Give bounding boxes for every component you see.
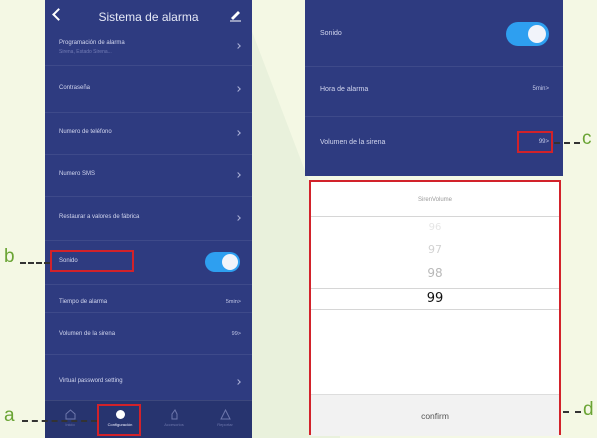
edit-icon[interactable] (229, 9, 242, 22)
setting-row-siren-volume[interactable]: Volumen de la sirena 99> (45, 312, 252, 355)
selection-line-bottom (311, 309, 559, 310)
nav-label: Accesorios (164, 422, 184, 427)
confirm-bar: confirm (311, 394, 559, 436)
chevron-right-icon (235, 86, 241, 92)
row-sublabel: Sirena, Estado Sirena... (59, 49, 112, 55)
siren-volume-picker: SirenVolume 96 97 98 99 confirm (309, 180, 561, 436)
row-label: Restaurar a valores de fábrica (59, 214, 140, 220)
toggle-knob (528, 25, 546, 43)
callout-line-d (563, 411, 581, 413)
row-label: Numero SMS (59, 171, 96, 177)
chevron-right-icon (235, 215, 241, 221)
divider (311, 216, 559, 217)
setting-row-virtual-password[interactable]: Virtual password setting (45, 354, 252, 401)
sound-toggle[interactable] (205, 252, 240, 272)
bottom-navigation: Inicio Configuración Accesorios Reportar (45, 400, 252, 438)
callout-line-b (20, 262, 50, 264)
setting-row-alarm-hour[interactable]: Hora de alarma 5min> (305, 66, 563, 117)
row-label: Sonido (320, 30, 342, 37)
highlight-box-volume-value (517, 131, 553, 153)
setting-row-factory-reset[interactable]: Restaurar a valores de fábrica (45, 196, 252, 241)
nav-tab-report[interactable]: Reportar (200, 401, 250, 438)
alarm-settings-screen: Sistema de alarma Programación de alarma… (45, 0, 252, 438)
row-label: Programación de alarma (59, 40, 125, 46)
nav-tab-accessories[interactable]: Accesorios (149, 401, 199, 438)
siren-volume-value: 99> (231, 331, 241, 337)
home-icon (65, 409, 75, 420)
callout-label-d: d (583, 399, 594, 420)
toggle-knob (222, 254, 238, 270)
row-label: Virtual password setting (59, 378, 123, 384)
back-arrow-icon[interactable] (52, 8, 65, 21)
row-label: Numero de teléfono (59, 129, 112, 135)
row-label: Tiempo de alarma (59, 299, 108, 305)
setting-row-alarm-time[interactable]: Tiempo de alarma 5min> (45, 284, 252, 313)
callout-line-c (554, 142, 580, 144)
setting-row-phone-number[interactable]: Numero de teléfono (45, 112, 252, 155)
row-label: Volumen de la sirena (320, 139, 386, 146)
highlight-box-sound (50, 250, 134, 272)
row-label: Contraseña (59, 85, 91, 91)
nav-label: Inicio (65, 422, 75, 427)
setting-row-alarm-programming[interactable]: Programación de alarma Sirena, Estado Si… (45, 33, 252, 66)
setting-row-sound: Sonido (305, 0, 563, 67)
row-label: Volumen de la sirena (59, 331, 116, 337)
chevron-right-icon (235, 130, 241, 136)
callout-label-a: a (4, 405, 15, 426)
callout-line-a (22, 420, 97, 422)
sound-toggle[interactable] (506, 22, 549, 46)
chevron-right-icon (235, 172, 241, 178)
confirm-button[interactable]: confirm (311, 411, 559, 421)
picker-title: SirenVolume (417, 197, 453, 203)
callout-label-c: c (582, 128, 592, 149)
picker-option[interactable]: 96 (311, 222, 559, 233)
alarm-hour-value: 5min> (532, 86, 549, 92)
accessory-icon (171, 409, 177, 420)
picker-option[interactable]: 97 (311, 243, 559, 256)
chevron-right-icon (235, 379, 241, 385)
callout-label-b: b (4, 246, 15, 267)
selection-line-top (311, 288, 559, 289)
top-bar: Sistema de alarma (45, 0, 252, 33)
highlight-box-configuration-tab (97, 404, 141, 436)
row-label: Hora de alarma (320, 86, 369, 93)
setting-row-sms-number[interactable]: Numero SMS (45, 154, 252, 197)
picker-option[interactable]: 98 (311, 266, 559, 280)
chevron-right-icon (235, 43, 241, 49)
setting-row-password[interactable]: Contraseña (45, 65, 252, 113)
alarm-time-value: 5min> (225, 299, 241, 305)
nav-label: Reportar (217, 422, 233, 427)
picker-option-selected[interactable]: 99 (311, 291, 559, 306)
warning-icon (219, 409, 231, 420)
page-title: Sistema de alarma (98, 9, 199, 24)
